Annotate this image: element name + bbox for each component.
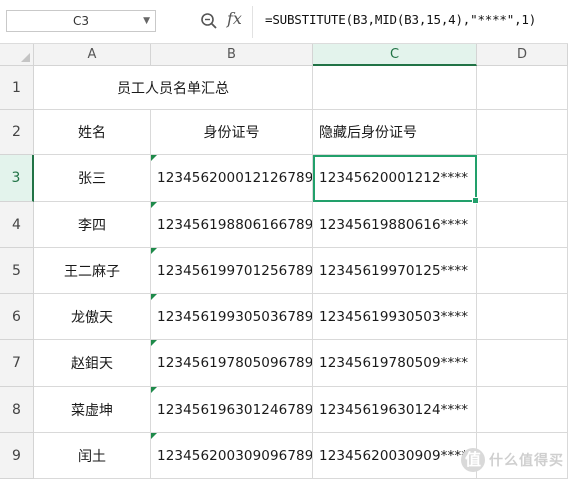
id-cell[interactable]: 123456198806166789 — [151, 202, 313, 248]
text-number-indicator-icon — [151, 155, 157, 161]
header-hidden-id-cell[interactable]: 隐藏后身份证号 — [313, 110, 477, 155]
row-header-1[interactable]: 1 — [0, 66, 34, 110]
id-cell[interactable]: 123456200309096789 — [151, 433, 313, 479]
cell-d2[interactable] — [477, 110, 568, 155]
hidden-id-cell[interactable]: 12345619880616**** — [313, 202, 477, 248]
name-box-value: C3 — [72, 14, 89, 28]
formula-bar: C3 ▼ fx =SUBSTITUTE(B3,MID(B3,15,4),"***… — [0, 0, 568, 44]
empty-cell[interactable] — [477, 387, 568, 433]
row-header-9[interactable]: 9 — [0, 433, 34, 479]
row-header-6[interactable]: 6 — [0, 294, 34, 340]
text-number-indicator-icon — [151, 294, 157, 300]
spreadsheet-grid: A B C D 1 2 3 4 5 6 7 8 9 员工人员名单汇总 姓名 身份证号 隐藏后身份证号 张三 1234… — [0, 44, 568, 479]
text-number-indicator-icon — [151, 202, 157, 208]
sheet-title-cell[interactable]: 员工人员名单汇总 — [34, 66, 313, 110]
formula-input[interactable]: =SUBSTITUTE(B3,MID(B3,15,4),"****",1) — [265, 12, 536, 27]
zoom-icon[interactable] — [200, 12, 218, 30]
column-header-c[interactable]: C — [313, 44, 477, 66]
name-cell[interactable]: 张三 — [34, 155, 151, 202]
name-cell[interactable]: 赵鉬天 — [34, 340, 151, 387]
id-cell[interactable]: 123456196301246789 — [151, 387, 313, 433]
chevron-down-icon[interactable]: ▼ — [143, 11, 150, 31]
select-all-corner[interactable] — [0, 44, 34, 66]
row-header-2[interactable]: 2 — [0, 110, 34, 155]
text-number-indicator-icon — [151, 433, 157, 439]
name-box[interactable]: C3 ▼ — [6, 10, 156, 32]
watermark-text: 什么值得买 — [489, 453, 564, 469]
id-cell[interactable]: 123456199701256789 — [151, 248, 313, 294]
empty-cell[interactable] — [477, 155, 568, 202]
row-header-8[interactable]: 8 — [0, 387, 34, 433]
text-number-indicator-icon — [151, 248, 157, 254]
name-cell[interactable]: 龙傲天 — [34, 294, 151, 340]
text-number-indicator-icon — [151, 387, 157, 393]
hidden-id-cell[interactable]: 12345620001212**** — [313, 155, 477, 202]
text-number-indicator-icon — [151, 340, 157, 346]
row-header-7[interactable]: 7 — [0, 340, 34, 387]
row-header-5[interactable]: 5 — [0, 248, 34, 294]
name-cell[interactable]: 菜虚坤 — [34, 387, 151, 433]
empty-cell[interactable] — [477, 340, 568, 387]
column-header-b[interactable]: B — [151, 44, 313, 66]
name-cell[interactable]: 李四 — [34, 202, 151, 248]
fx-icon[interactable]: fx — [227, 9, 242, 28]
formula-divider — [252, 6, 253, 38]
column-header-d[interactable]: D — [477, 44, 568, 66]
hidden-id-cell[interactable]: 12345619630124**** — [313, 387, 477, 433]
header-name-cell[interactable]: 姓名 — [34, 110, 151, 155]
empty-cell[interactable] — [477, 202, 568, 248]
name-cell[interactable]: 王二麻子 — [34, 248, 151, 294]
header-id-cell[interactable]: 身份证号 — [151, 110, 313, 155]
cell-c1[interactable] — [313, 66, 477, 110]
watermark: 值什么值得买 — [434, 446, 564, 474]
row-header-3[interactable]: 3 — [0, 155, 34, 202]
empty-cell[interactable] — [477, 294, 568, 340]
id-cell[interactable]: 123456200012126789 — [151, 155, 313, 202]
row-header-4[interactable]: 4 — [0, 202, 34, 248]
hidden-id-cell[interactable]: 12345619930503**** — [313, 294, 477, 340]
hidden-id-cell[interactable]: 12345619970125**** — [313, 248, 477, 294]
name-cell[interactable]: 闰土 — [34, 433, 151, 479]
empty-cell[interactable] — [477, 248, 568, 294]
id-cell[interactable]: 123456197805096789 — [151, 340, 313, 387]
hidden-id-cell[interactable]: 12345619780509**** — [313, 340, 477, 387]
id-cell[interactable]: 123456199305036789 — [151, 294, 313, 340]
cell-d1[interactable] — [477, 66, 568, 110]
column-header-a[interactable]: A — [34, 44, 151, 66]
watermark-logo-icon: 值 — [461, 448, 485, 472]
